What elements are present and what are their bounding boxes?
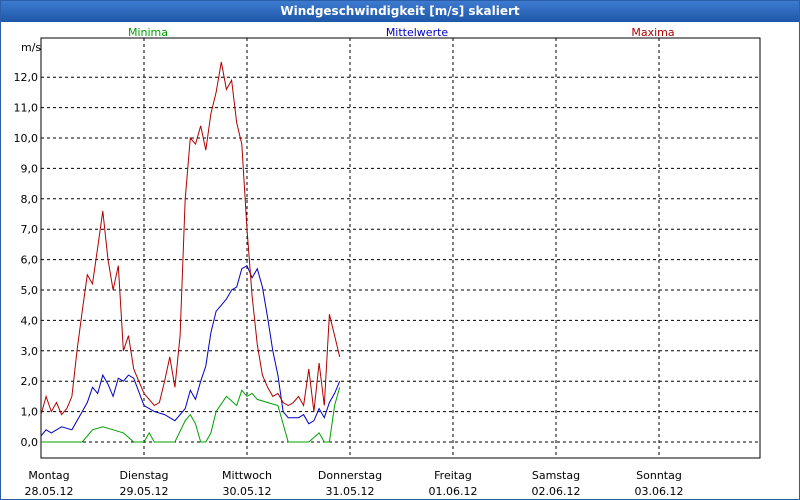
y-tick-label: 4,0	[21, 314, 39, 327]
x-tick-day: Montag	[28, 469, 69, 482]
series-line-minima	[41, 387, 341, 443]
x-tick-date: 03.06.12	[635, 485, 684, 498]
grid	[41, 38, 760, 458]
x-tick-day: Dienstag	[119, 469, 168, 482]
x-tick-day: Samstag	[532, 469, 580, 482]
y-tick-label: 0,0	[21, 436, 39, 449]
legend-entry-minima: Minima	[128, 26, 168, 39]
x-tick-date: 29.05.12	[120, 485, 169, 498]
y-tick-label: 12,0	[14, 71, 39, 84]
x-tick-date: 28.05.12	[25, 485, 74, 498]
y-tick-label: 6,0	[21, 254, 39, 267]
series-line-maxima	[40, 61, 341, 416]
legend-entry-mittelwerte: Mittelwerte	[386, 26, 449, 39]
chart-window: Windgeschwindigkeit [m/s] skaliert Minim…	[0, 0, 800, 500]
y-tick-label: 9,0	[21, 162, 39, 175]
y-axis: m/s 0,0 1,0 2,0 3,0 4,0 5,0 6,0 7,0 8,0 9,0 10,0 11,…	[14, 41, 42, 449]
series-lines	[40, 61, 341, 443]
y-axis-label: m/s	[21, 41, 41, 54]
x-tick-day: Sonntag	[636, 469, 682, 482]
y-tick-label: 1,0	[21, 406, 39, 419]
x-tick-date: 31.05.12	[326, 485, 375, 498]
y-tick-label: 2,0	[21, 375, 39, 388]
y-tick-label: 8,0	[21, 193, 39, 206]
y-tick-label: 11,0	[14, 102, 39, 115]
y-tick-label: 5,0	[21, 284, 39, 297]
x-tick-date: 01.06.12	[429, 485, 478, 498]
legend: Minima Mittelwerte Maxima	[128, 26, 675, 39]
plot-border	[40, 37, 761, 459]
x-tick-day: Donnerstag	[318, 469, 382, 482]
y-tick-label: 3,0	[21, 345, 39, 358]
y-tick-label: 7,0	[21, 223, 39, 236]
y-tick-label: 10,0	[14, 132, 39, 145]
line-chart: Minima Mittelwerte Maxima m/s 0,0 1,0 2,0 3,0 4…	[14, 26, 761, 498]
x-tick-day: Mittwoch	[222, 469, 272, 482]
plot-frame	[40, 37, 761, 459]
x-tick-date: 02.06.12	[532, 485, 581, 498]
x-tick-day: Freitag	[434, 469, 472, 482]
x-tick-date: 30.05.12	[223, 485, 272, 498]
legend-entry-maxima: Maxima	[631, 26, 674, 39]
x-axis: Montag 28.05.12 Dienstag 29.05.12 Mittwoch 30…	[25, 469, 684, 498]
